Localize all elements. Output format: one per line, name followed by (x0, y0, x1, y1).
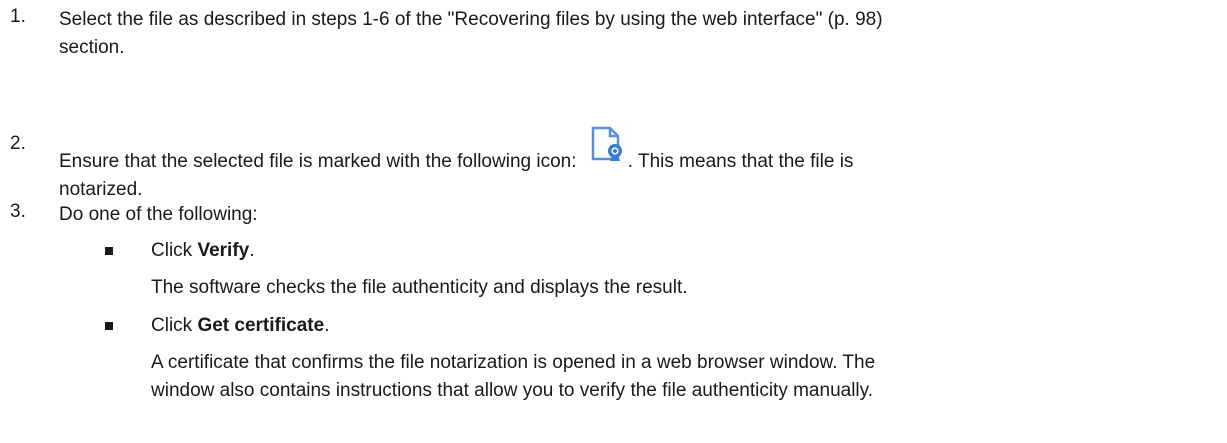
option-verify: Click Verify. The software checks the fi… (151, 237, 1221, 302)
step-number: 3. (10, 201, 26, 222)
bullet-square-icon (105, 247, 113, 255)
option-prefix: Click (151, 240, 198, 261)
option-description: window also contains instructions that a… (151, 380, 874, 401)
step-line: notarized. (59, 179, 143, 200)
step-text: Ensure that the selected file is marked … (59, 126, 1219, 204)
option-prefix: Click (151, 315, 198, 336)
step-line: Ensure that the selected file is marked … (59, 126, 1219, 176)
option-suffix: . (249, 240, 255, 261)
option-action-name: Verify (197, 240, 250, 261)
option-description: A certificate that confirms the file not… (151, 352, 876, 373)
step-text-before-icon: Ensure that the selected file is marked … (59, 151, 577, 172)
option-get-certificate: Click Get certificate. A certificate tha… (151, 312, 1221, 405)
option-action-name: Get certificate (197, 315, 325, 336)
option-description: The software checks the file authenticit… (151, 277, 688, 298)
step-number: 1. (10, 6, 26, 27)
step-line: section. (59, 37, 125, 58)
step-line: Select the file as described in steps 1-… (59, 9, 883, 30)
step-line: Do one of the following: (59, 204, 258, 225)
bullet-square-icon (105, 322, 113, 330)
step-text: Select the file as described in steps 1-… (59, 6, 1219, 62)
step-number: 2. (10, 133, 26, 154)
option-title: Click Get certificate. (151, 312, 1221, 340)
step-text: Do one of the following: (59, 201, 1219, 229)
step-text-after-icon: . This means that the file is (627, 151, 854, 172)
notarized-file-icon (588, 126, 628, 173)
option-title: Click Verify. (151, 237, 1221, 265)
option-suffix: . (324, 315, 330, 336)
